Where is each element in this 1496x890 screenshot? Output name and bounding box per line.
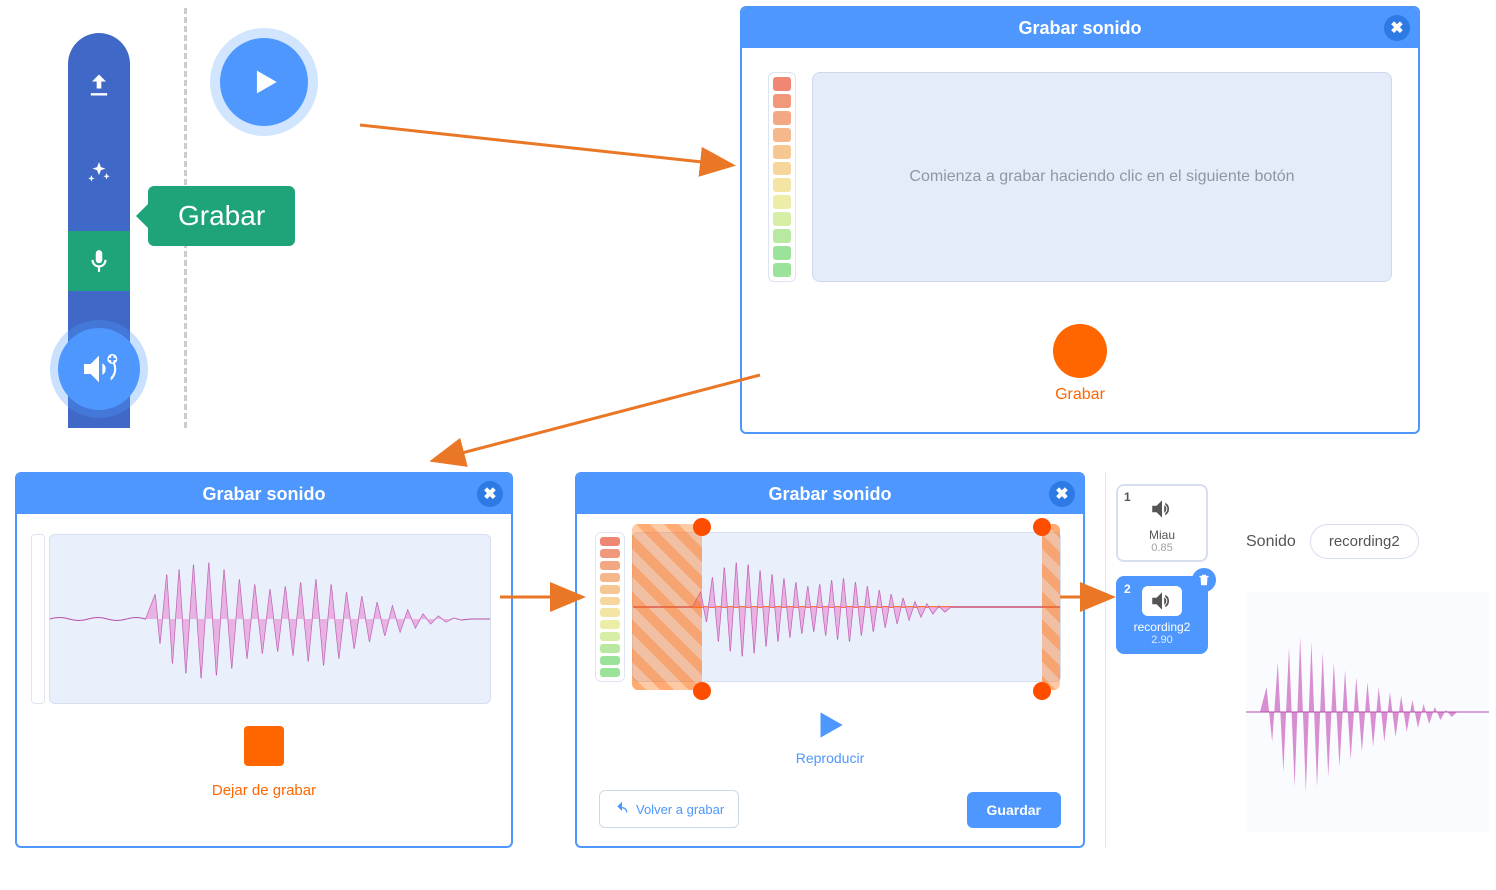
dialog-header: Grabar sonido ✖ bbox=[742, 8, 1418, 48]
record-again-button[interactable]: Volver a grabar bbox=[599, 790, 739, 828]
sound-list-panel: 1 Miau 0.85 2 recording2 2.90 Sonido rec… bbox=[1105, 472, 1489, 848]
undo-icon bbox=[614, 801, 630, 817]
waveform-area bbox=[49, 534, 491, 704]
upload-icon bbox=[85, 71, 113, 99]
record-placeholder: Comienza a grabar haciendo clic en el si… bbox=[812, 72, 1392, 282]
microphone-icon bbox=[86, 248, 112, 274]
close-icon: ✖ bbox=[483, 484, 496, 504]
upload-sound-button[interactable] bbox=[68, 55, 130, 115]
volume-meter bbox=[595, 532, 625, 682]
record-stop-button[interactable] bbox=[244, 726, 284, 766]
record-start-label: Grabar bbox=[742, 386, 1418, 404]
close-icon: ✖ bbox=[1055, 484, 1068, 504]
surprise-sound-button[interactable] bbox=[68, 143, 130, 203]
trash-icon bbox=[1197, 573, 1211, 587]
speaker-icon bbox=[1142, 494, 1182, 524]
sound-thumb-column: 1 Miau 0.85 2 recording2 2.90 bbox=[1116, 484, 1208, 654]
sound-index: 2 bbox=[1124, 582, 1131, 596]
trim-handle-left-bottom[interactable] bbox=[693, 682, 711, 700]
dialog-title: Grabar sonido bbox=[768, 484, 891, 505]
close-icon: ✖ bbox=[1390, 18, 1403, 38]
play-icon bbox=[811, 706, 849, 744]
save-label: Guardar bbox=[987, 802, 1041, 818]
trim-handle-right-bottom[interactable] bbox=[1033, 682, 1051, 700]
record-dialog-initial: Grabar sonido ✖ Comienza a grabar hacien… bbox=[740, 6, 1420, 434]
close-button[interactable]: ✖ bbox=[1049, 481, 1075, 507]
close-button[interactable]: ✖ bbox=[477, 481, 503, 507]
play-icon bbox=[247, 65, 281, 99]
sound-thumb-selected[interactable]: 2 recording2 2.90 bbox=[1116, 576, 1208, 654]
record-dialog-recording: Grabar sonido ✖ Dejar de grabar bbox=[15, 472, 513, 848]
dialog-header: Grabar sonido ✖ bbox=[577, 474, 1083, 514]
editor-waveform bbox=[1246, 592, 1489, 832]
dialog-title: Grabar sonido bbox=[202, 484, 325, 505]
dialog-header: Grabar sonido ✖ bbox=[17, 474, 511, 514]
trim-handle-right-top[interactable] bbox=[1033, 518, 1051, 536]
record-dialog-review: Grabar sonido ✖ Reproducir Volver a grab… bbox=[575, 472, 1085, 848]
speaker-icon bbox=[1142, 586, 1182, 616]
play-button[interactable] bbox=[811, 706, 849, 749]
delete-sound-button[interactable] bbox=[1192, 568, 1216, 592]
speaker-plus-icon bbox=[79, 349, 119, 389]
sound-thumb[interactable]: 1 Miau 0.85 bbox=[1116, 484, 1208, 562]
record-stop-label: Dejar de grabar bbox=[17, 782, 511, 799]
sound-index: 1 bbox=[1124, 490, 1131, 504]
sparkle-icon bbox=[86, 160, 112, 186]
sound-name-input[interactable]: recording2 bbox=[1310, 524, 1419, 559]
record-tooltip: Grabar bbox=[148, 186, 295, 246]
sound-duration: 0.85 bbox=[1151, 542, 1172, 554]
record-sound-button[interactable] bbox=[68, 231, 130, 291]
close-button[interactable]: ✖ bbox=[1384, 15, 1410, 41]
add-sound-fab[interactable] bbox=[58, 328, 140, 410]
trim-region-right[interactable] bbox=[1042, 524, 1060, 690]
trim-handle-left-top[interactable] bbox=[693, 518, 711, 536]
sound-duration: 2.90 bbox=[1151, 634, 1172, 646]
play-label: Reproducir bbox=[577, 750, 1083, 766]
sound-name: recording2 bbox=[1134, 620, 1191, 634]
volume-meter bbox=[31, 534, 45, 704]
save-button[interactable]: Guardar bbox=[967, 792, 1061, 828]
record-again-label: Volver a grabar bbox=[636, 802, 724, 817]
volume-meter bbox=[768, 72, 796, 282]
trim-region-left[interactable] bbox=[632, 524, 702, 690]
sound-toolbar-panel: Grabar bbox=[10, 8, 355, 428]
sound-field-label: Sonido bbox=[1246, 533, 1296, 551]
sound-name-field: Sonido recording2 bbox=[1246, 524, 1419, 559]
play-button-big[interactable] bbox=[220, 38, 308, 126]
dialog-title: Grabar sonido bbox=[1018, 18, 1141, 39]
record-tooltip-label: Grabar bbox=[178, 200, 265, 231]
waveform bbox=[50, 535, 490, 703]
flow-arrow-1 bbox=[360, 100, 740, 200]
sound-name: Miau bbox=[1149, 528, 1175, 542]
record-start-button[interactable] bbox=[1053, 324, 1107, 378]
record-placeholder-text: Comienza a grabar haciendo clic en el si… bbox=[909, 168, 1294, 186]
waveform bbox=[1246, 592, 1489, 832]
